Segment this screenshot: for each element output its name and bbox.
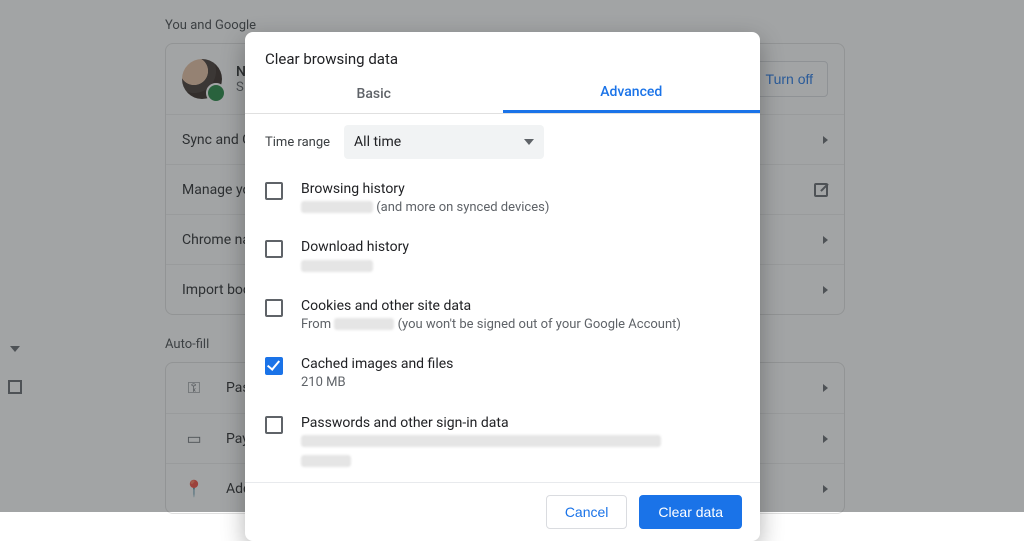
chevron-down-icon [524, 139, 534, 145]
dialog-tabs: Basic Advanced [245, 74, 760, 114]
checkbox-browsing-history[interactable] [265, 182, 283, 200]
dialog-actions: Cancel Clear data [245, 482, 760, 541]
redacted-text [301, 201, 373, 213]
item-passwords[interactable]: Passwords and other sign-in data [265, 404, 740, 472]
tab-advanced[interactable]: Advanced [503, 74, 761, 113]
item-title: Browsing history [301, 180, 740, 199]
time-range-value: All time [354, 134, 401, 150]
tab-basic[interactable]: Basic [245, 74, 503, 113]
checkbox-cookies[interactable] [265, 299, 283, 317]
time-range-label: Time range [265, 135, 330, 150]
item-subtext: (and more on synced devices) [301, 199, 740, 217]
dialog-title: Clear browsing data [245, 32, 760, 74]
item-subtext: 210 MB [301, 374, 740, 392]
item-cookies[interactable]: Cookies and other site data From (you wo… [265, 287, 740, 345]
item-subtext [301, 257, 740, 275]
item-title: Download history [301, 238, 740, 257]
checkbox-cache[interactable] [265, 357, 283, 375]
item-title: Cached images and files [301, 355, 740, 374]
redacted-text [301, 455, 351, 467]
checkbox-download-history[interactable] [265, 240, 283, 258]
time-range-select[interactable]: All time [344, 125, 544, 159]
redacted-text [334, 318, 394, 330]
checkbox-passwords[interactable] [265, 416, 283, 434]
redacted-text [301, 435, 661, 447]
item-cache[interactable]: Cached images and files 210 MB [265, 345, 740, 403]
item-subtext [301, 433, 740, 468]
item-title: Cookies and other site data [301, 297, 740, 316]
clear-browsing-data-dialog: Clear browsing data Basic Advanced Time … [245, 32, 760, 541]
item-title: Passwords and other sign-in data [301, 414, 740, 433]
item-download-history[interactable]: Download history [265, 228, 740, 286]
data-type-list: Browsing history (and more on synced dev… [245, 170, 760, 482]
item-subtext: From (you won't be signed out of your Go… [301, 316, 740, 334]
time-range-row: Time range All time [245, 114, 760, 170]
redacted-text [301, 260, 373, 272]
item-browsing-history[interactable]: Browsing history (and more on synced dev… [265, 170, 740, 228]
